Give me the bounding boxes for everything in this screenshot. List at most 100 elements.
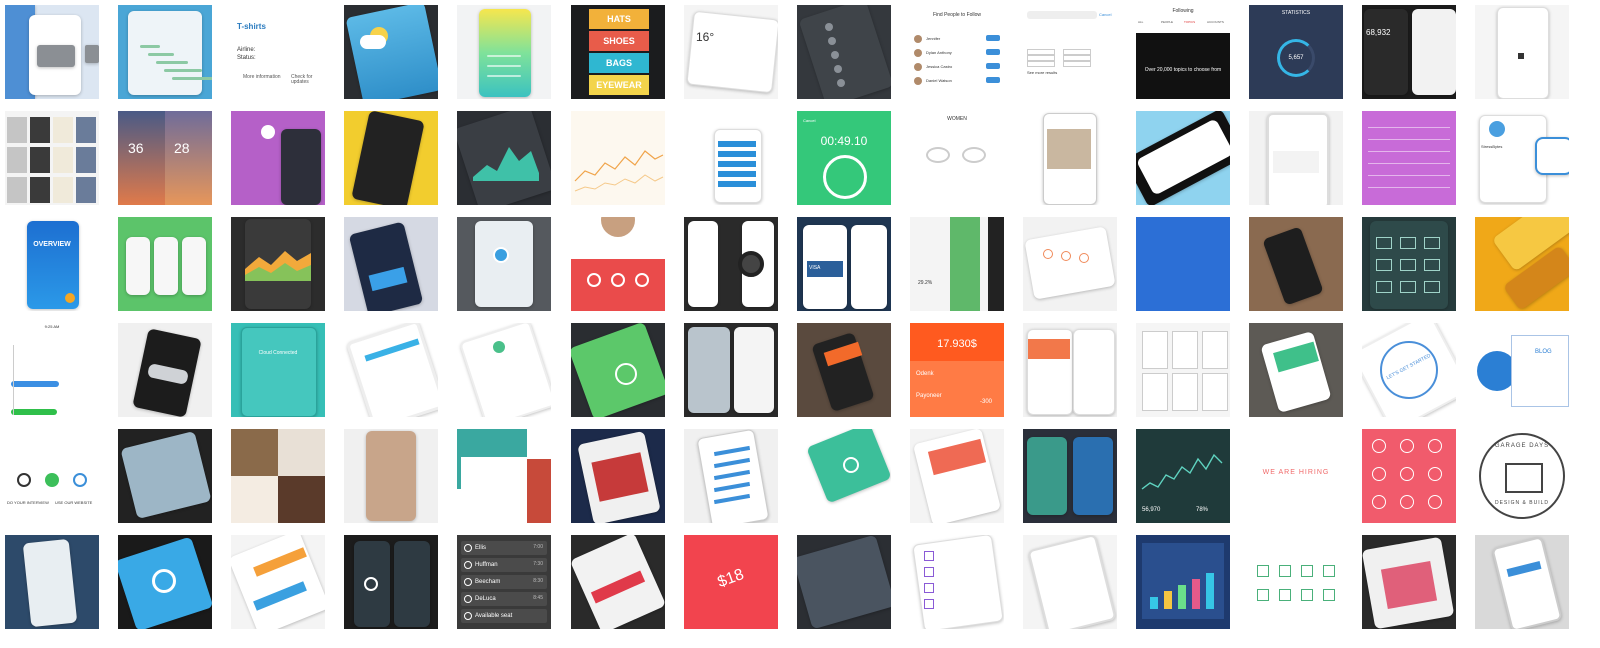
- schedule-row[interactable]: Beecham 8:30: [461, 575, 547, 589]
- thumbnail-aerial[interactable]: [797, 535, 891, 629]
- schedule-row[interactable]: DeLuca 8:45: [461, 592, 547, 606]
- thumbnail-tshirts[interactable]: T-shirts Airline: Status: More information C…: [231, 5, 325, 99]
- follow-button[interactable]: [986, 77, 1000, 83]
- thumbnail-cloud-teal[interactable]: Cloud Connected: [231, 323, 325, 417]
- follow-button[interactable]: [986, 63, 1000, 69]
- thumbnail-hand-white-phone[interactable]: [1475, 535, 1569, 629]
- thumbnail-hiring[interactable]: WE ARE HIRING: [1249, 429, 1343, 523]
- thumbnail-garage-logo[interactable]: GARAGE DAYS DESIGN & BUILD: [1475, 429, 1569, 523]
- thumbnail-chat-timeline[interactable]: 9:25 AM: [5, 323, 99, 417]
- thumbnail-weather-cloud[interactable]: [344, 5, 438, 99]
- thumbnail-fashion-grid[interactable]: [5, 111, 99, 205]
- thumbnail-performance-chart[interactable]: 56,970 78%: [1136, 429, 1230, 523]
- thumbnail-timer[interactable]: Cancel 00:49.10: [797, 111, 891, 205]
- thumbnail-stats[interactable]: STATISTICS 5,657: [1249, 5, 1343, 99]
- thumbnail-map-phone[interactable]: [457, 217, 551, 311]
- thumbnail-orange-profile[interactable]: [1023, 323, 1117, 417]
- thumbnail-solid-blue[interactable]: [1136, 217, 1230, 311]
- thumbnail-follow[interactable]: Find People to Follow Jennifer Dylan Antho…: [910, 5, 1004, 99]
- thumbnail-green-dashboard[interactable]: 29.2%: [910, 217, 1004, 311]
- thumbnail-area-chart-dark[interactable]: [457, 111, 551, 205]
- thumbnail-food-phone[interactable]: [1023, 111, 1117, 205]
- thumbnail-icon-grid-dark[interactable]: [1362, 217, 1456, 311]
- thumbnail-blue-analytics[interactable]: [1136, 535, 1230, 629]
- thumbnail-orange-blue-form[interactable]: [231, 535, 325, 629]
- thumbnail-flipboard[interactable]: Following ALL PEOPLE TOPICS ACCOUNTS Over 20,…: [1136, 5, 1230, 99]
- thumbnail-boat-photo[interactable]: [118, 429, 212, 523]
- menu-item[interactable]: EYEWEAR: [589, 75, 649, 95]
- thumbnail-blog-illus[interactable]: BLOG: [1475, 323, 1569, 417]
- overview-title: OVERVIEW: [33, 241, 71, 248]
- thumbnail-three-phones[interactable]: [118, 217, 212, 311]
- menu-item[interactable]: HATS: [589, 9, 649, 29]
- thumbnail-phone-green-check[interactable]: [457, 323, 551, 417]
- thumbnail-red-cards-dark[interactable]: [571, 535, 665, 629]
- thumbnail-coral-profile[interactable]: [910, 429, 1004, 523]
- thumbnail-line-chart-orange[interactable]: [571, 111, 665, 205]
- thumbnail-orange-finance[interactable]: 17.930$ Odenk Payoneer -300: [910, 323, 1004, 417]
- thumbnail-blue-dash[interactable]: [118, 535, 212, 629]
- thumbnail-dark-phones[interactable]: [344, 535, 438, 629]
- thumbnail-hand-phone-blue[interactable]: [344, 217, 438, 311]
- thumbnail-wireframe[interactable]: [1136, 323, 1230, 417]
- thumbnail-line-icons[interactable]: [1249, 535, 1343, 629]
- menu-item[interactable]: BAGS: [589, 53, 649, 73]
- thumbnail-price-red[interactable]: $18: [684, 535, 778, 629]
- thumbnail-phone-white[interactable]: [1475, 5, 1569, 99]
- thumbnail-search[interactable]: Cancel See more results: [1023, 5, 1117, 99]
- schedule-row[interactable]: Available seat: [461, 609, 547, 623]
- thumbnail-overview[interactable]: OVERVIEW: [5, 217, 99, 311]
- thumbnail-woman-phone[interactable]: [344, 429, 438, 523]
- thumbnail-numbers[interactable]: 68,932: [1362, 5, 1456, 99]
- gallery-grid: T-shirts Airline: Status: More information C…: [0, 0, 1600, 648]
- thumbnail-purple-phones[interactable]: [231, 111, 325, 205]
- thumbnail-shop-phones[interactable]: [1023, 429, 1117, 523]
- thumbnail-cards-dark[interactable]: VISA: [797, 217, 891, 311]
- thumbnail-phone-cyan[interactable]: [344, 323, 438, 417]
- thumbnail-photo-phones[interactable]: [684, 323, 778, 417]
- thumbnail-angled-phone[interactable]: [1136, 111, 1230, 205]
- thumbnail-orange-icons[interactable]: [1023, 217, 1117, 311]
- thumbnail-hand-list[interactable]: [684, 429, 778, 523]
- thumbnail-white-phone-grid[interactable]: [1023, 535, 1117, 629]
- thumbnail-shop-collage[interactable]: [1362, 535, 1456, 629]
- thumbnail-phone-light[interactable]: [118, 5, 212, 99]
- thumbnail-hand-wood[interactable]: [1249, 217, 1343, 311]
- thumbnail-purple-settings[interactable]: [1362, 111, 1456, 205]
- thumbnail-dark-list[interactable]: [797, 5, 891, 99]
- thumbnail-teal-red-layers[interactable]: [457, 429, 551, 523]
- schedule-row[interactable]: Huffman 7:30: [461, 558, 547, 572]
- thumbnail-app-icon[interactable]: StressBytes: [1475, 111, 1569, 205]
- thumbnail-car-phone[interactable]: [118, 323, 212, 417]
- thumbnail-coral-icons[interactable]: [1362, 429, 1456, 523]
- thumbnail-sofa[interactable]: [5, 5, 99, 99]
- thumbnail-red-profile[interactable]: [571, 217, 665, 311]
- thumbnail-weather-duo[interactable]: 36 28: [118, 111, 212, 205]
- thumbnail-menu-stack[interactable]: HATS SHOES BAGS EYEWEAR: [571, 5, 665, 99]
- thumbnail-gradient-phone[interactable]: [457, 5, 551, 99]
- thumbnail-checklist[interactable]: [910, 535, 1004, 629]
- thumbnail-watch-app[interactable]: [684, 217, 778, 311]
- thumbnail-lets-get-started[interactable]: LET'S GET STARTED: [1362, 323, 1456, 417]
- follow-button[interactable]: [986, 49, 1000, 55]
- follow-button[interactable]: [986, 35, 1000, 41]
- thumbnail-orange-graph[interactable]: [231, 217, 325, 311]
- thumbnail-glasses[interactable]: WOMEN: [910, 111, 1004, 205]
- menu-item[interactable]: SHOES: [589, 31, 649, 51]
- thumbnail-yellow-phone[interactable]: [344, 111, 438, 205]
- airline-label: Airline:: [237, 47, 256, 53]
- thumbnail-flight-phone[interactable]: [1249, 111, 1343, 205]
- thumbnail-schedule[interactable]: Ellis 7:00 Huffman 7:30 Beecham 8:30 DeLuca 8:4…: [457, 535, 551, 629]
- thumbnail-green-phone-dark[interactable]: [571, 323, 665, 417]
- thumbnail-blue-cards[interactable]: [684, 111, 778, 205]
- thumbnail-hand-orange[interactable]: [797, 323, 891, 417]
- thumbnail-green-hand[interactable]: [1249, 323, 1343, 417]
- thumbnail-weather-widget[interactable]: 16°: [684, 5, 778, 99]
- thumbnail-teal-camera[interactable]: [797, 429, 891, 523]
- thumbnail-wizard[interactable]: DO YOUR INTERVIEW USE OUR WEBSITE: [5, 429, 99, 523]
- thumbnail-yellow-angle[interactable]: [1475, 217, 1569, 311]
- thumbnail-food-collage[interactable]: [231, 429, 325, 523]
- thumbnail-blue-device[interactable]: [5, 535, 99, 629]
- thumbnail-photo-cards[interactable]: [571, 429, 665, 523]
- schedule-row[interactable]: Ellis 7:00: [461, 541, 547, 555]
